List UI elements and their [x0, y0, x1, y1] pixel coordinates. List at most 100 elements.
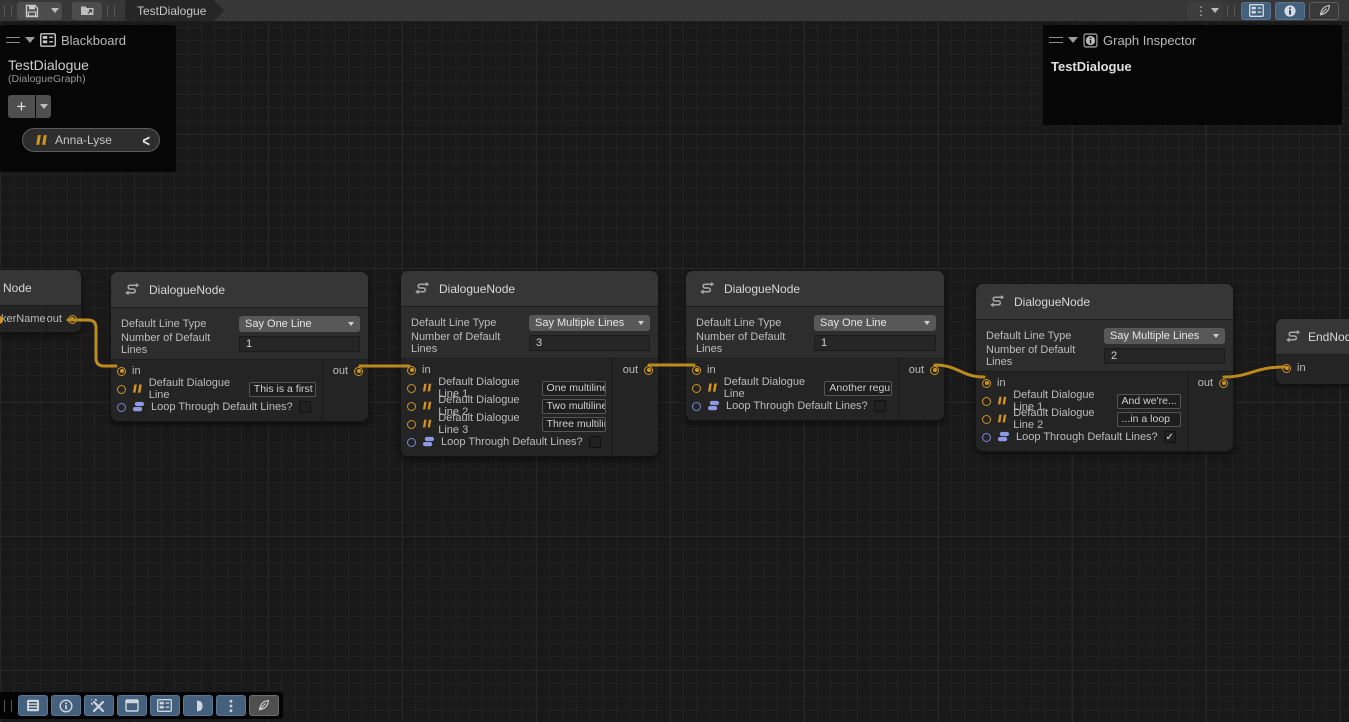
dialogue-line-field[interactable]: One multiline — [542, 381, 606, 396]
end-node[interactable]: EndNode in — [1275, 318, 1349, 384]
add-variable-button[interactable]: + — [8, 95, 35, 118]
in-port[interactable] — [692, 366, 701, 375]
toolbar-drag-handle[interactable] — [1227, 5, 1235, 17]
out-port[interactable] — [68, 315, 77, 324]
loop-port[interactable] — [117, 403, 126, 412]
start-node[interactable]: Node kerName out — [0, 269, 82, 333]
loop-port[interactable] — [407, 438, 416, 447]
collapse-arrow-icon[interactable] — [1068, 37, 1078, 43]
line-type-dropdown[interactable]: Say One Line — [239, 316, 360, 332]
toggle-blackboard-button[interactable] — [1241, 2, 1271, 20]
toolbar-drag-handle[interactable] — [4, 700, 12, 712]
overflow-menu-button[interactable]: ⋮ — [1187, 2, 1223, 20]
dialogue-line-field[interactable]: Another regu — [824, 381, 892, 396]
dialogue-line-label: Default Dialogue Line 3 — [438, 412, 535, 436]
dialogue-line-port[interactable] — [117, 385, 126, 394]
toolbar-drag-handle[interactable] — [107, 5, 115, 17]
num-lines-label: Number of Default Lines — [411, 331, 529, 355]
drag-handle-icon[interactable] — [1049, 37, 1063, 43]
field-name-label: Anna-Lyse — [55, 133, 135, 147]
loop-icon — [422, 436, 435, 448]
dialogue-node-icon — [123, 282, 140, 297]
line-type-dropdown[interactable]: Say One Line — [814, 315, 936, 331]
inspector-graph-name: TestDialogue — [1043, 51, 1342, 74]
blackboard-field-anna-lyse[interactable]: Anna-Lyse < — [22, 128, 160, 152]
dialogue-node-3[interactable]: DialogueNode Default Line Type Say One L… — [685, 270, 945, 421]
toggle-console-button[interactable] — [18, 695, 48, 716]
out-port[interactable] — [354, 367, 363, 376]
node-title-label: DialogueNode — [1014, 295, 1090, 309]
dialogue-line-field[interactable]: ...in a loop — [1117, 412, 1181, 427]
dialogue-line-port[interactable] — [982, 415, 991, 424]
dialogue-line-field[interactable]: Two multiline — [542, 399, 606, 414]
node-title-bar[interactable]: DialogueNode — [401, 271, 658, 307]
toggle-preview-button[interactable] — [249, 695, 279, 716]
node-title-bar[interactable]: DialogueNode — [686, 271, 944, 307]
add-variable-dropdown-button[interactable] — [36, 95, 51, 118]
dialogue-line-port[interactable] — [982, 397, 991, 406]
dialogue-line-port[interactable] — [407, 384, 416, 393]
out-port[interactable] — [930, 366, 939, 375]
chevron-left-icon[interactable]: < — [142, 130, 150, 150]
graph-tab[interactable]: TestDialogue — [125, 0, 224, 21]
drag-handle-icon[interactable] — [6, 37, 20, 43]
blackboard-header[interactable]: Blackboard — [0, 29, 176, 51]
list-icon — [26, 699, 40, 712]
in-port[interactable] — [982, 379, 991, 388]
collapse-arrow-icon[interactable] — [25, 37, 35, 43]
dialogue-line-field[interactable]: This is a first — [249, 382, 316, 397]
loop-label: Loop Through Default Lines? — [1016, 431, 1158, 443]
in-port[interactable] — [1282, 364, 1291, 373]
dialogue-node-1[interactable]: DialogueNode Default Line Type Say One L… — [110, 271, 369, 422]
out-port-label: out — [47, 313, 62, 325]
loop-checkbox[interactable]: ✓ — [1164, 431, 1176, 443]
dialogue-line-port[interactable] — [407, 402, 416, 411]
line-type-value: Say One Line — [820, 317, 887, 329]
out-port[interactable] — [644, 366, 653, 375]
node-title-bar[interactable]: DialogueNode — [976, 284, 1233, 320]
in-port[interactable] — [407, 366, 416, 375]
toggle-playback-button[interactable] — [183, 695, 213, 716]
toggle-inspector-button[interactable] — [51, 695, 81, 716]
node-title-bar[interactable]: EndNode — [1276, 319, 1349, 355]
dialogue-line-field[interactable]: Three multilin — [542, 417, 606, 432]
blackboard-graph-type: (DialogueGraph) — [0, 73, 176, 85]
num-lines-field[interactable]: 3 — [529, 335, 650, 351]
toolbar-drag-handle[interactable] — [4, 5, 12, 17]
num-lines-field[interactable]: 2 — [1104, 348, 1225, 364]
loop-checkbox[interactable] — [299, 401, 311, 413]
dialogue-line-port[interactable] — [692, 384, 701, 393]
loop-port[interactable] — [982, 433, 991, 442]
out-port[interactable] — [1219, 379, 1228, 388]
loop-port[interactable] — [692, 402, 701, 411]
num-lines-field[interactable]: 1 — [814, 335, 936, 351]
speaker-name-label: kerName — [0, 313, 46, 325]
in-port[interactable] — [117, 367, 126, 376]
dialogue-node-2[interactable]: DialogueNode Default Line Type Say Multi… — [400, 270, 659, 457]
graph-editor-canvas[interactable]: TestDialogue ⋮ — [0, 0, 1349, 722]
in-port-label: in — [132, 365, 141, 377]
line-type-dropdown[interactable]: Say Multiple Lines — [529, 315, 650, 331]
save-button[interactable] — [17, 2, 47, 20]
dialogue-line-field[interactable]: And we're... — [1117, 394, 1181, 409]
toggle-inspector-button[interactable] — [1275, 2, 1305, 20]
toggle-preview-button[interactable] — [1309, 2, 1339, 20]
num-lines-field[interactable]: 1 — [239, 336, 360, 352]
toggle-tools-button[interactable] — [84, 695, 114, 716]
save-dropdown-button[interactable] — [47, 2, 62, 20]
node-title-bar[interactable]: Node — [0, 270, 81, 306]
inspector-header[interactable]: Graph Inspector — [1043, 29, 1342, 51]
overflow-menu-button[interactable] — [216, 695, 246, 716]
toggle-window-button[interactable] — [117, 695, 147, 716]
quote-icon — [422, 401, 432, 411]
quote-icon — [422, 383, 432, 393]
loop-checkbox[interactable] — [874, 400, 886, 412]
open-asset-button[interactable] — [72, 2, 102, 20]
toggle-blackboard-button[interactable] — [150, 695, 180, 716]
dialogue-node-4[interactable]: DialogueNode Default Line Type Say Multi… — [975, 283, 1234, 452]
dialogue-line-port[interactable] — [407, 420, 416, 429]
loop-checkbox[interactable] — [589, 436, 601, 448]
line-type-dropdown[interactable]: Say Multiple Lines — [1104, 328, 1225, 344]
chevron-down-icon — [51, 8, 59, 13]
node-title-bar[interactable]: DialogueNode — [111, 272, 368, 308]
